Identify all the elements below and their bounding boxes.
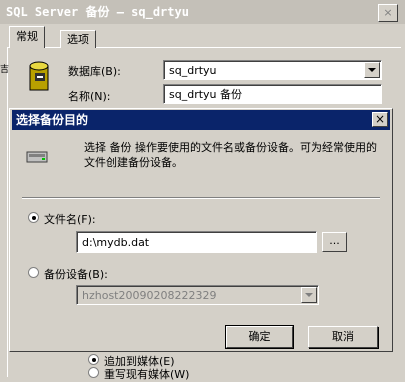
database-select[interactable]: sq_drtyu (163, 60, 382, 80)
backup-device-dropdown-button[interactable] (301, 287, 317, 303)
database-label: 数据库(B): (68, 65, 121, 78)
database-dropdown-button[interactable] (364, 62, 380, 78)
backup-device-radio[interactable] (28, 267, 39, 278)
dialog-close-button[interactable]: × (372, 112, 388, 127)
tab-general[interactable]: 常规 (9, 26, 45, 48)
left-edge-text: 吉 (0, 65, 10, 75)
dialog-title: 选择备份目的 (12, 110, 390, 130)
browse-button[interactable]: ... (322, 232, 347, 252)
backup-device-select[interactable]: hzhost20090208222329 (76, 285, 319, 305)
filename-radio-label: 文件名(F): (44, 213, 96, 226)
dialog-description: 选择 备份 操作要使用的文件名或备份设备。可为经常使用的文件创建备份设备。 (84, 141, 377, 169)
overwrite-media-radio[interactable] (88, 367, 99, 378)
backup-device-radio-label: 备份设备(B): (44, 268, 108, 281)
filename-radio[interactable] (28, 212, 39, 223)
filename-input[interactable]: d:\mydb.dat (76, 231, 317, 253)
window-title: SQL Server 备份 — sq_drtyu (0, 0, 405, 24)
name-label: 名称(N): (68, 90, 111, 103)
chevron-down-icon (305, 293, 313, 297)
database-icon (29, 61, 49, 91)
chevron-down-icon (368, 68, 376, 72)
cancel-button[interactable]: 取消 (308, 326, 378, 348)
overwrite-media-label: 重写现有媒体(W) (104, 368, 190, 381)
append-media-radio[interactable] (88, 354, 99, 365)
name-input[interactable]: sq_drtyu 备份 (163, 84, 382, 104)
ok-button[interactable]: 确定 (225, 325, 294, 349)
window-close-button[interactable]: × (378, 4, 398, 22)
backup-device-icon (26, 151, 48, 163)
separator (22, 197, 380, 199)
tab-options[interactable]: 选项 (60, 30, 96, 48)
